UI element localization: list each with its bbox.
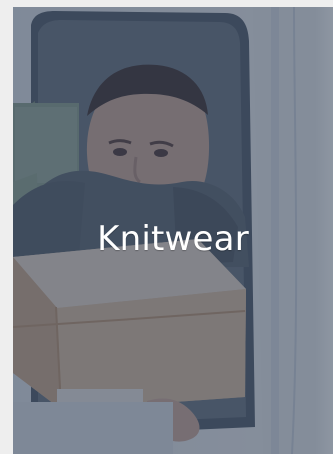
category-tile[interactable]: Knitwear (13, 7, 333, 454)
page: Knitwear (0, 0, 333, 454)
category-label: Knitwear (97, 219, 249, 259)
